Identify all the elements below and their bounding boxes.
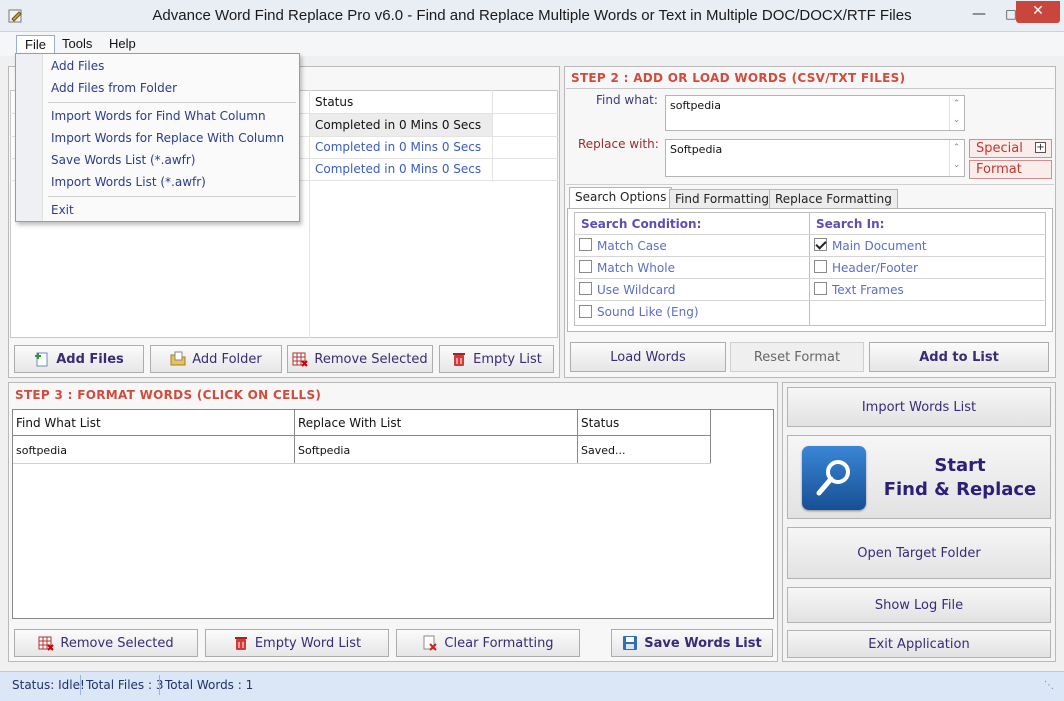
- find-what-scrollbar[interactable]: ⌃ ⌄: [949, 96, 963, 130]
- start-button-label: Start Find & Replace: [883, 455, 1037, 500]
- menu-item-exit[interactable]: Exit: [51, 200, 74, 220]
- column-header-find-what[interactable]: Find What List: [16, 416, 101, 430]
- match-whole-checkbox[interactable]: [579, 260, 592, 273]
- file-status: Completed in 0 Mins 0 Secs: [315, 140, 482, 154]
- match-case-label: Match Case: [597, 239, 667, 253]
- replace-with-cell[interactable]: Softpedia: [298, 444, 350, 457]
- status-cell[interactable]: Saved...: [581, 444, 625, 457]
- main-document-checkbox[interactable]: [814, 238, 827, 251]
- files-status-header: Status: [315, 95, 354, 109]
- column-header-replace-with[interactable]: Replace With List: [298, 416, 401, 430]
- menu-item-import-find-words[interactable]: Import Words for Find What Column: [51, 106, 266, 126]
- menu-item-add-files[interactable]: Add Files: [51, 56, 104, 76]
- remove-selected-files-button[interactable]: Remove Selected: [287, 345, 433, 373]
- add-to-list-button[interactable]: Add to List: [869, 342, 1049, 372]
- import-words-list-button[interactable]: Import Words List: [787, 387, 1051, 427]
- menu-item-import-words-list[interactable]: Import Words List (*.awfr): [51, 172, 206, 192]
- close-button[interactable]: ✕: [1016, 1, 1060, 23]
- expand-icon: +: [1035, 142, 1046, 153]
- trash-icon: [233, 635, 249, 651]
- menu-item-add-files-from-folder[interactable]: Add Files from Folder: [51, 78, 177, 98]
- search-in-heading: Search In:: [816, 217, 885, 231]
- sound-like-label: Sound Like (Eng): [597, 305, 699, 319]
- save-icon: [622, 635, 638, 651]
- replace-with-label: Replace with:: [578, 137, 659, 151]
- file-status: Completed in 0 Mins 0 Secs: [315, 162, 482, 176]
- tab-search-options[interactable]: Search Options: [569, 187, 673, 209]
- replace-with-input[interactable]: Softpedia: [665, 139, 965, 177]
- menu-item-save-words-list[interactable]: Save Words List (*.awfr): [51, 150, 195, 170]
- clear-formatting-icon: [422, 635, 438, 651]
- tab-find-formatting[interactable]: Find Formatting: [669, 189, 775, 209]
- find-what-cell[interactable]: softpedia: [16, 444, 67, 457]
- window-title: Advance Word Find Replace Pro v6.0 - Fin…: [152, 7, 912, 24]
- exit-application-button[interactable]: Exit Application: [787, 630, 1051, 658]
- reset-format-button[interactable]: Reset Format: [730, 342, 864, 372]
- menu-item-import-replace-words[interactable]: Import Words for Replace With Column: [51, 128, 284, 148]
- trash-icon: [451, 351, 467, 367]
- menu-file[interactable]: File: [16, 35, 55, 53]
- total-words-text: Total Words : 1: [165, 678, 254, 692]
- file-menu-gutter: [16, 54, 43, 221]
- minimize-button[interactable]: —: [962, 3, 996, 27]
- empty-word-list-button[interactable]: Empty Word List: [205, 629, 389, 657]
- add-file-icon: [34, 351, 50, 367]
- load-words-button[interactable]: Load Words: [570, 342, 726, 372]
- menu-tools[interactable]: Tools: [54, 35, 100, 53]
- remove-icon: [292, 351, 309, 367]
- add-files-button[interactable]: Add Files: [14, 345, 144, 373]
- text-frames-label: Text Frames: [832, 283, 904, 297]
- find-what-label: Find what:: [596, 93, 658, 107]
- column-header-status[interactable]: Status: [581, 416, 619, 430]
- add-folder-button[interactable]: Add Folder: [150, 345, 282, 373]
- clear-formatting-button[interactable]: Clear Formatting: [396, 629, 580, 657]
- use-wildcard-checkbox[interactable]: [579, 282, 592, 295]
- open-target-folder-button[interactable]: Open Target Folder: [787, 527, 1051, 579]
- format-button[interactable]: Format: [969, 160, 1052, 179]
- step2-title: STEP 2 : ADD OR LOAD WORDS (CSV/TXT FILE…: [571, 71, 906, 85]
- replace-with-scrollbar[interactable]: ⌃ ⌄: [949, 140, 963, 176]
- main-document-label: Main Document: [832, 239, 927, 253]
- match-case-checkbox[interactable]: [579, 238, 592, 251]
- use-wildcard-label: Use Wildcard: [597, 283, 676, 297]
- sound-like-checkbox[interactable]: [579, 305, 592, 318]
- file-status: Completed in 0 Mins 0 Secs: [315, 118, 482, 132]
- resize-grip-icon[interactable]: ⋱: [1044, 679, 1058, 693]
- show-log-file-button[interactable]: Show Log File: [787, 587, 1051, 623]
- status-text: Status: Idle!: [12, 678, 85, 692]
- text-frames-checkbox[interactable]: [814, 282, 827, 295]
- folder-icon: [170, 351, 186, 367]
- match-whole-label: Match Whole: [597, 261, 675, 275]
- tab-replace-formatting[interactable]: Replace Formatting: [769, 189, 898, 209]
- find-what-input[interactable]: softpedia: [665, 95, 965, 131]
- menu-help[interactable]: Help: [101, 35, 144, 53]
- save-words-list-button[interactable]: Save Words List: [611, 629, 773, 657]
- header-footer-label: Header/Footer: [832, 261, 918, 275]
- empty-list-button[interactable]: Empty List: [439, 345, 554, 373]
- header-footer-checkbox[interactable]: [814, 260, 827, 273]
- start-find-replace-button[interactable]: Start Find & Replace: [787, 435, 1051, 519]
- remove-selected-words-button[interactable]: Remove Selected: [14, 629, 198, 657]
- remove-icon: [38, 635, 55, 651]
- total-files-text: Total Files : 3: [86, 678, 164, 692]
- search-condition-heading: Search Condition:: [581, 217, 702, 231]
- search-icon: [802, 446, 866, 510]
- special-button[interactable]: Special +: [969, 139, 1052, 158]
- step3-title: STEP 3 : FORMAT WORDS (CLICK ON CELLS): [15, 388, 322, 402]
